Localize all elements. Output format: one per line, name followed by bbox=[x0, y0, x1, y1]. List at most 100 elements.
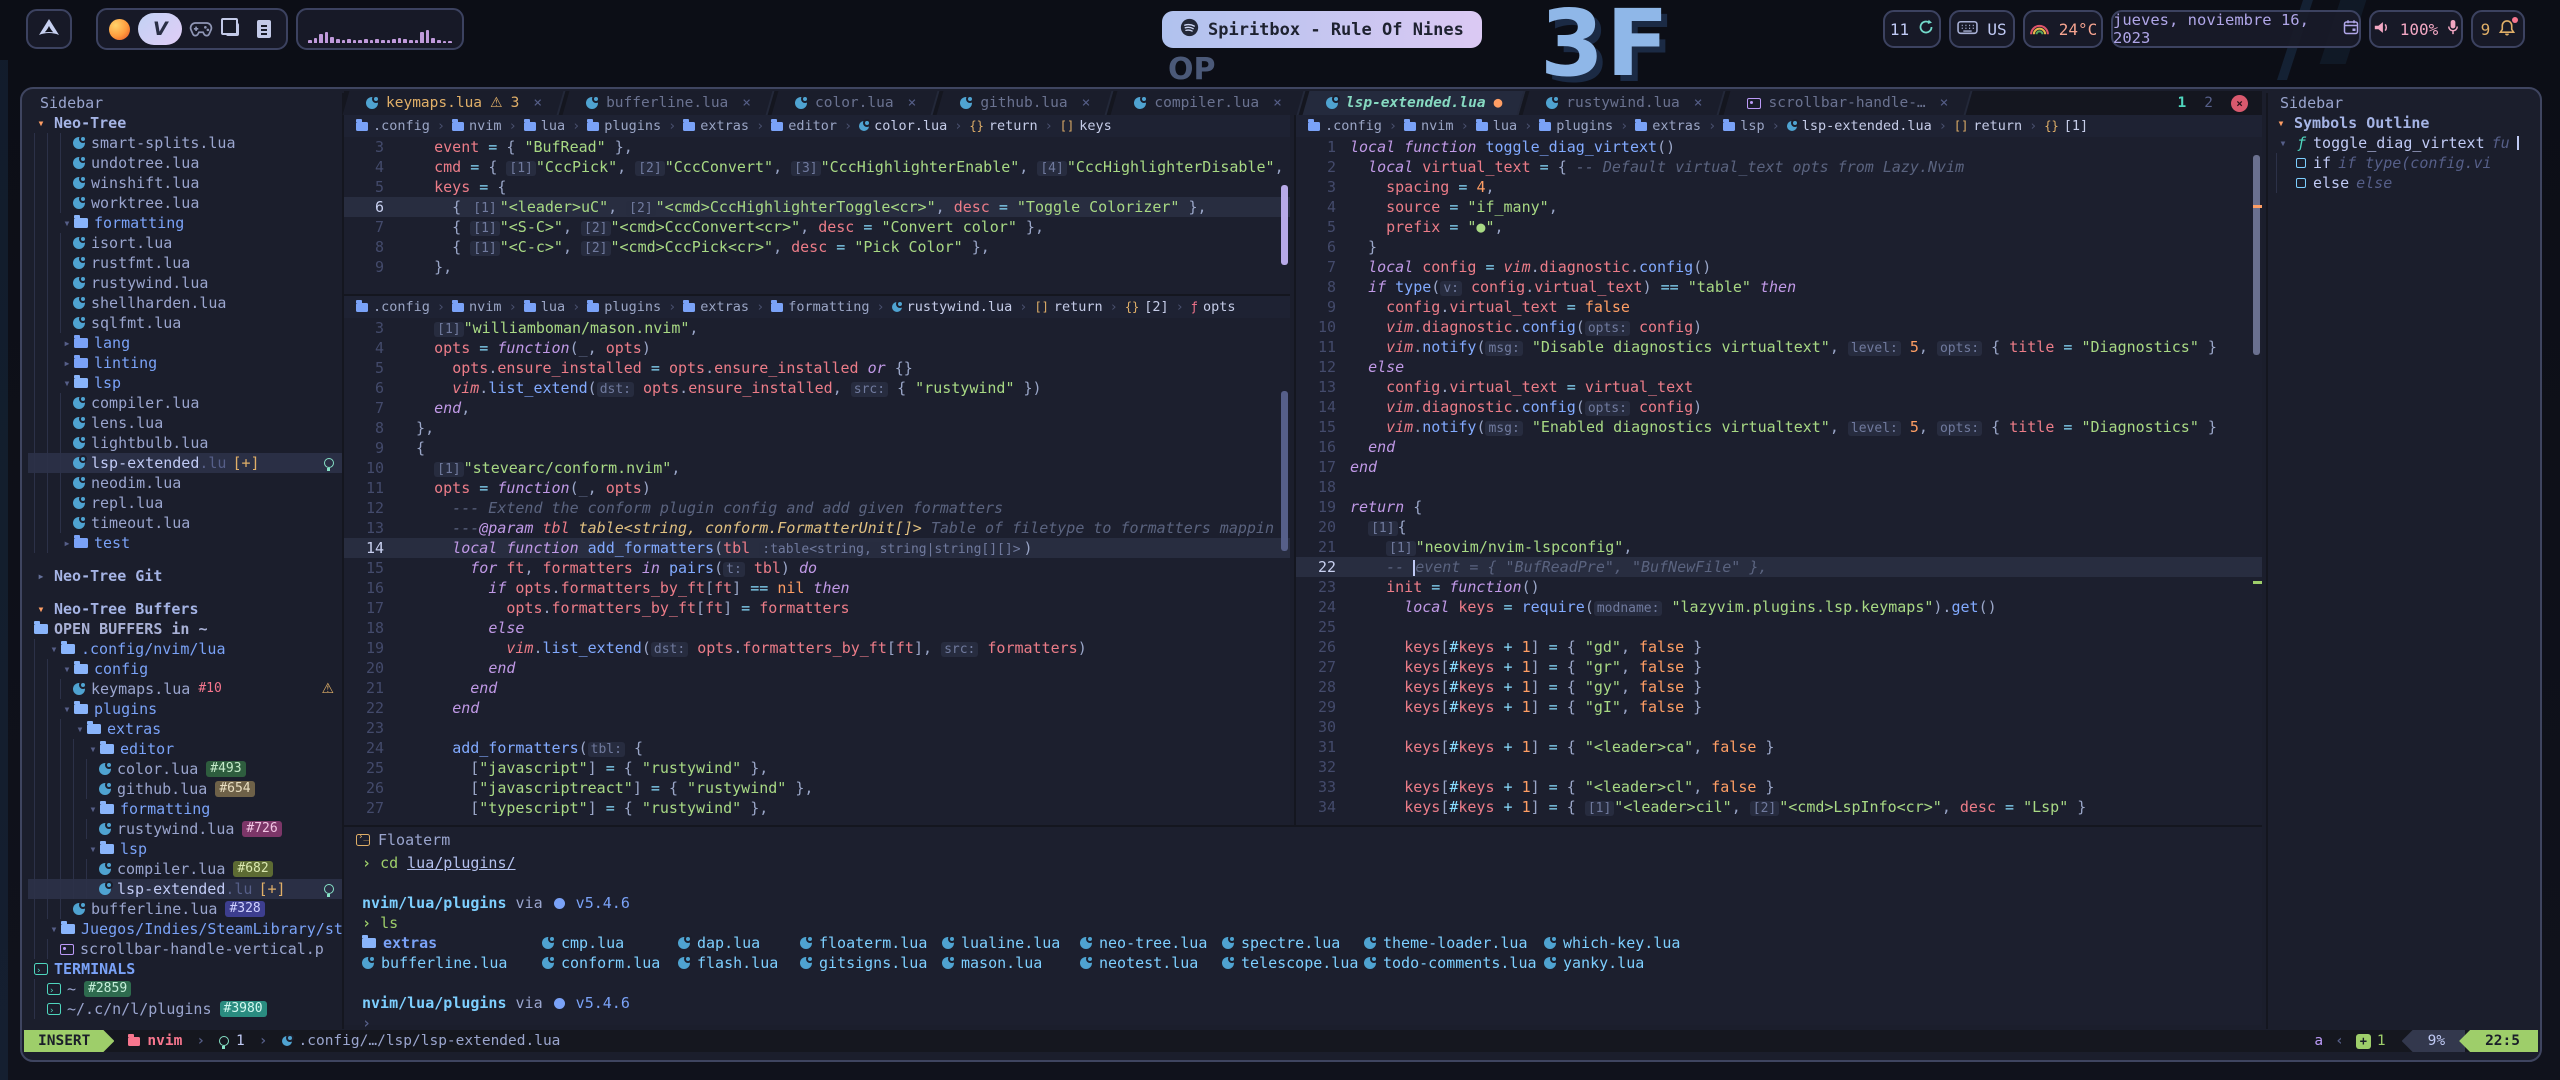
tree-item[interactable]: lightbulb.lua bbox=[28, 433, 342, 453]
code-line[interactable]: 16 end bbox=[1296, 437, 2262, 457]
tree-item[interactable]: rustfmt.lua bbox=[28, 253, 342, 273]
audio-widget[interactable]: 100% bbox=[2369, 10, 2463, 48]
tab-lsp-extended-lua[interactable]: lsp-extended.lua● bbox=[1304, 91, 1524, 115]
code-line[interactable]: 32 bbox=[1296, 757, 2262, 777]
tree-item[interactable]: lsp bbox=[28, 839, 342, 859]
code-line[interactable]: 15 vim.notify(msg: "Enabled diagnostics … bbox=[1296, 417, 2262, 437]
code-line[interactable]: 23 init = function() bbox=[1296, 577, 2262, 597]
breadcrumb-item[interactable]: lua bbox=[524, 118, 565, 134]
code-line[interactable]: 13 ---@param tbl table<string, conform.F… bbox=[344, 518, 1290, 538]
symbols-outline-header[interactable]: Symbols Outline bbox=[2268, 113, 2538, 133]
breadcrumb-item[interactable]: extras bbox=[1635, 118, 1701, 134]
tree-item[interactable]: editor bbox=[28, 739, 342, 759]
notifications-widget[interactable]: 9 bbox=[2471, 10, 2525, 48]
code-area[interactable]: 3 event = { "BufRead" },4 cmd = { [1]"Cc… bbox=[344, 137, 1290, 277]
code-line[interactable]: 3 spacing = 4, bbox=[1296, 177, 2262, 197]
tab-color-lua[interactable]: color.lua× bbox=[773, 91, 938, 115]
code-line[interactable]: 8 if type(v: config.virtual_text) == "ta… bbox=[1296, 277, 2262, 297]
code-area[interactable]: 1local function toggle_diag_virtext()2 l… bbox=[1296, 137, 2262, 817]
editor-pane-color[interactable]: .config›nvim›lua›plugins›extras›editor›c… bbox=[344, 115, 1290, 294]
tree-item[interactable]: bufferline.lua#328 bbox=[28, 899, 342, 919]
code-line[interactable]: 8 { [1]"<C-c>", [2]"<cmd>CccPick<cr>", d… bbox=[344, 237, 1290, 257]
tree-item[interactable]: smart-splits.lua bbox=[28, 133, 342, 153]
tree-item[interactable]: winshift.lua bbox=[28, 173, 342, 193]
code-line[interactable]: 3 [1]"williamboman/mason.nvim", bbox=[344, 318, 1290, 338]
tree-item[interactable]: compiler.lua bbox=[28, 393, 342, 413]
breadcrumb-item[interactable]: extras bbox=[683, 299, 749, 315]
symbol-item[interactable]: if if type(config.vi bbox=[2268, 153, 2538, 173]
code-line[interactable]: 13 config.virtual_text = virtual_text bbox=[1296, 377, 2262, 397]
tree-item[interactable]: keymaps.lua#10⚠ bbox=[28, 679, 342, 699]
code-line[interactable]: 6 } bbox=[1296, 237, 2262, 257]
code-line[interactable]: 18 else bbox=[344, 618, 1290, 638]
terminal-line[interactable] bbox=[344, 973, 2262, 993]
code-line[interactable]: 14 local function add_formatters(tbl :ta… bbox=[344, 538, 1290, 558]
tree-item[interactable]: plugins bbox=[28, 699, 342, 719]
breadcrumb-item[interactable]: nvim bbox=[1404, 118, 1454, 134]
ls-entry[interactable]: spectre.lua bbox=[1222, 933, 1364, 953]
tree-item[interactable]: config bbox=[28, 659, 342, 679]
close-icon[interactable]: × bbox=[908, 95, 917, 111]
clock-widget[interactable]: jueves, noviembre 16, 2023 bbox=[2111, 10, 2361, 48]
tree-item[interactable]: test bbox=[28, 533, 342, 553]
code-line[interactable]: 9 { bbox=[344, 438, 1290, 458]
code-line[interactable]: 7 end, bbox=[344, 398, 1290, 418]
scrollbar[interactable] bbox=[1281, 391, 1288, 551]
breadcrumb-item[interactable]: extras bbox=[683, 118, 749, 134]
ls-entry[interactable]: conform.lua bbox=[542, 953, 678, 973]
code-line[interactable]: 23 bbox=[344, 718, 1290, 738]
tree-item[interactable]: sqlfmt.lua bbox=[28, 313, 342, 333]
code-line[interactable]: 21 end bbox=[344, 678, 1290, 698]
code-line[interactable]: 19return { bbox=[1296, 497, 2262, 517]
section-header-neotree[interactable]: Neo-Tree bbox=[28, 113, 342, 133]
code-line[interactable]: 24 add_formatters(tbl: { bbox=[344, 738, 1290, 758]
ls-entry[interactable]: floaterm.lua bbox=[800, 933, 942, 953]
ls-entry[interactable]: neotest.lua bbox=[1080, 953, 1222, 973]
code-line[interactable]: 9 config.virtual_text = false bbox=[1296, 297, 2262, 317]
code-line[interactable]: 21 [1]"neovim/nvim-lspconfig", bbox=[1296, 537, 2262, 557]
tree-item[interactable]: neodim.lua bbox=[28, 473, 342, 493]
code-line[interactable]: 22 -- event = { "BufReadPre", "BufNewFil… bbox=[1296, 557, 2262, 577]
terminal-line[interactable]: › cd lua/plugins/ bbox=[344, 853, 2262, 873]
code-line[interactable]: 6 vim.list_extend(dst: opts.ensure_insta… bbox=[344, 378, 1290, 398]
ls-entry[interactable]: todo-comments.lua bbox=[1364, 953, 1544, 973]
ls-entry[interactable]: yanky.lua bbox=[1544, 953, 1704, 973]
project-segment[interactable]: nvim bbox=[128, 1033, 182, 1049]
tree-item[interactable]: ~#2859 bbox=[28, 979, 342, 999]
tree-item[interactable]: extras bbox=[28, 719, 342, 739]
breadcrumb-item[interactable]: {}[2] bbox=[1125, 299, 1169, 315]
ls-entry[interactable]: extras bbox=[362, 933, 542, 953]
tree-item[interactable]: lsp bbox=[28, 373, 342, 393]
code-line[interactable]: 12 else bbox=[1296, 357, 2262, 377]
breadcrumb-item[interactable]: lsp bbox=[1723, 118, 1764, 134]
breadcrumb-item[interactable]: plugins bbox=[1539, 118, 1613, 134]
tab-scrollbar-handle-[interactable]: scrollbar-handle-…× bbox=[1725, 91, 1971, 115]
breadcrumb-item[interactable]: plugins bbox=[587, 118, 661, 134]
tree-item[interactable]: undotree.lua bbox=[28, 153, 342, 173]
breadcrumb-item[interactable]: nvim bbox=[452, 299, 502, 315]
breadcrumb-item[interactable]: []return bbox=[1034, 299, 1102, 315]
tree-item[interactable]: OPEN BUFFERS in ~ bbox=[28, 619, 342, 639]
ls-entry[interactable]: cmp.lua bbox=[542, 933, 678, 953]
code-line[interactable]: 19 vim.list_extend(dst: opts.formatters_… bbox=[344, 638, 1290, 658]
code-line[interactable]: 34 keys[#keys + 1] = { [1]"<leader>cil",… bbox=[1296, 797, 2262, 817]
code-line[interactable]: 27 ["typescript"] = { "rustywind" }, bbox=[344, 798, 1290, 818]
tree-item[interactable]: Juegos/Indies/SteamLibrary/st bbox=[28, 919, 342, 939]
code-line[interactable]: 14 vim.diagnostic.config(opts: config) bbox=[1296, 397, 2262, 417]
scrollbar[interactable] bbox=[1281, 185, 1288, 265]
code-line[interactable]: 30 bbox=[1296, 717, 2262, 737]
code-line[interactable]: 25 ["javascript"] = { "rustywind" }, bbox=[344, 758, 1290, 778]
terminal-line[interactable] bbox=[344, 873, 2262, 893]
code-line[interactable]: 7 local config = vim.diagnostic.config() bbox=[1296, 257, 2262, 277]
ls-entry[interactable]: bufferline.lua bbox=[362, 953, 542, 973]
tab-page-current[interactable]: 1 bbox=[2178, 95, 2187, 111]
code-line[interactable]: 20 end bbox=[344, 658, 1290, 678]
app-launcher-button[interactable] bbox=[26, 9, 72, 49]
symbol-item[interactable]: else else bbox=[2268, 173, 2538, 193]
breadcrumb-item[interactable]: []keys bbox=[1060, 118, 1112, 134]
breadcrumb-item[interactable]: formatting bbox=[771, 299, 869, 315]
code-line[interactable]: 6 { [1]"<leader>uC", [2]"<cmd>CccHighlig… bbox=[344, 197, 1290, 217]
code-line[interactable]: 10 [1]"stevearc/conform.nvim", bbox=[344, 458, 1290, 478]
symbol-item[interactable]: ƒtoggle_diag_virtext fu bbox=[2268, 133, 2538, 153]
ls-entry[interactable]: flash.lua bbox=[678, 953, 800, 973]
